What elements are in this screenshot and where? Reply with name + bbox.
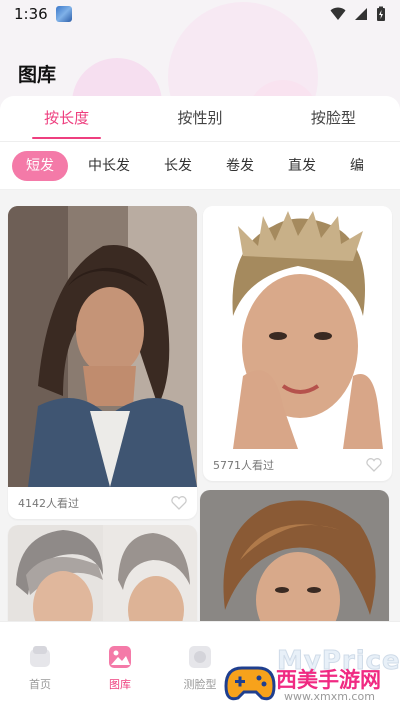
chip-straight[interactable]: 直发 (274, 151, 330, 181)
hairstyle-card[interactable]: 4142人看过 (8, 206, 197, 519)
page-title: 图库 (18, 64, 57, 86)
nav-home-label: 首页 (29, 678, 51, 691)
card-meta: 4142人看过 (8, 487, 197, 519)
chip-medium[interactable]: 中长发 (74, 151, 144, 181)
card-meta: 5771人看过 (203, 449, 392, 481)
battery-icon (377, 6, 385, 21)
hairstyle-photo (200, 490, 389, 621)
hairstyle-card[interactable] (200, 490, 389, 621)
chip-short[interactable]: 短发 (12, 150, 68, 181)
gallery-icon (109, 646, 131, 668)
watermark: MyPrice 西美手游网 www.xmxm.com (222, 636, 400, 711)
filter-chips: 短发 中长发 长发 卷发 直发 编 (0, 142, 400, 190)
face-scan-icon (189, 646, 211, 668)
status-time: 1:36 (14, 5, 48, 23)
hairstyle-card[interactable]: 5771人看过 (203, 206, 392, 481)
status-bar: 1:36 (0, 0, 400, 28)
nav-gallery[interactable]: 图库 (80, 622, 160, 711)
chip-braid[interactable]: 编 (336, 151, 378, 181)
nav-home[interactable]: 首页 (0, 622, 80, 711)
heart-icon[interactable] (366, 458, 382, 472)
hairstyle-photo (8, 525, 197, 621)
notification-icon (55, 6, 72, 22)
tab-gender[interactable]: 按性别 (133, 96, 266, 141)
heart-icon[interactable] (171, 496, 187, 510)
nav-gallery-label: 图库 (109, 678, 131, 691)
hairstyle-card[interactable] (8, 525, 197, 621)
view-count: 4142人看过 (18, 497, 79, 510)
tab-length[interactable]: 按长度 (0, 96, 133, 141)
photo-grid: 4142人看过 5771人看过 (0, 190, 400, 621)
wifi-icon (330, 7, 346, 20)
chip-curly[interactable]: 卷发 (212, 151, 268, 181)
home-icon (30, 646, 50, 667)
signal-icon (355, 8, 367, 20)
tab-face-shape[interactable]: 按脸型 (267, 96, 400, 141)
gamepad-logo-icon (224, 666, 276, 701)
category-tabs: 按长度 按性别 按脸型 (0, 96, 400, 142)
view-count: 5771人看过 (213, 459, 274, 472)
hairstyle-photo (203, 206, 392, 449)
hairstyle-photo (8, 206, 197, 487)
chip-long[interactable]: 长发 (150, 151, 206, 181)
nav-face-scan-label: 测脸型 (183, 678, 217, 691)
watermark-url: www.xmxm.com (284, 690, 375, 703)
